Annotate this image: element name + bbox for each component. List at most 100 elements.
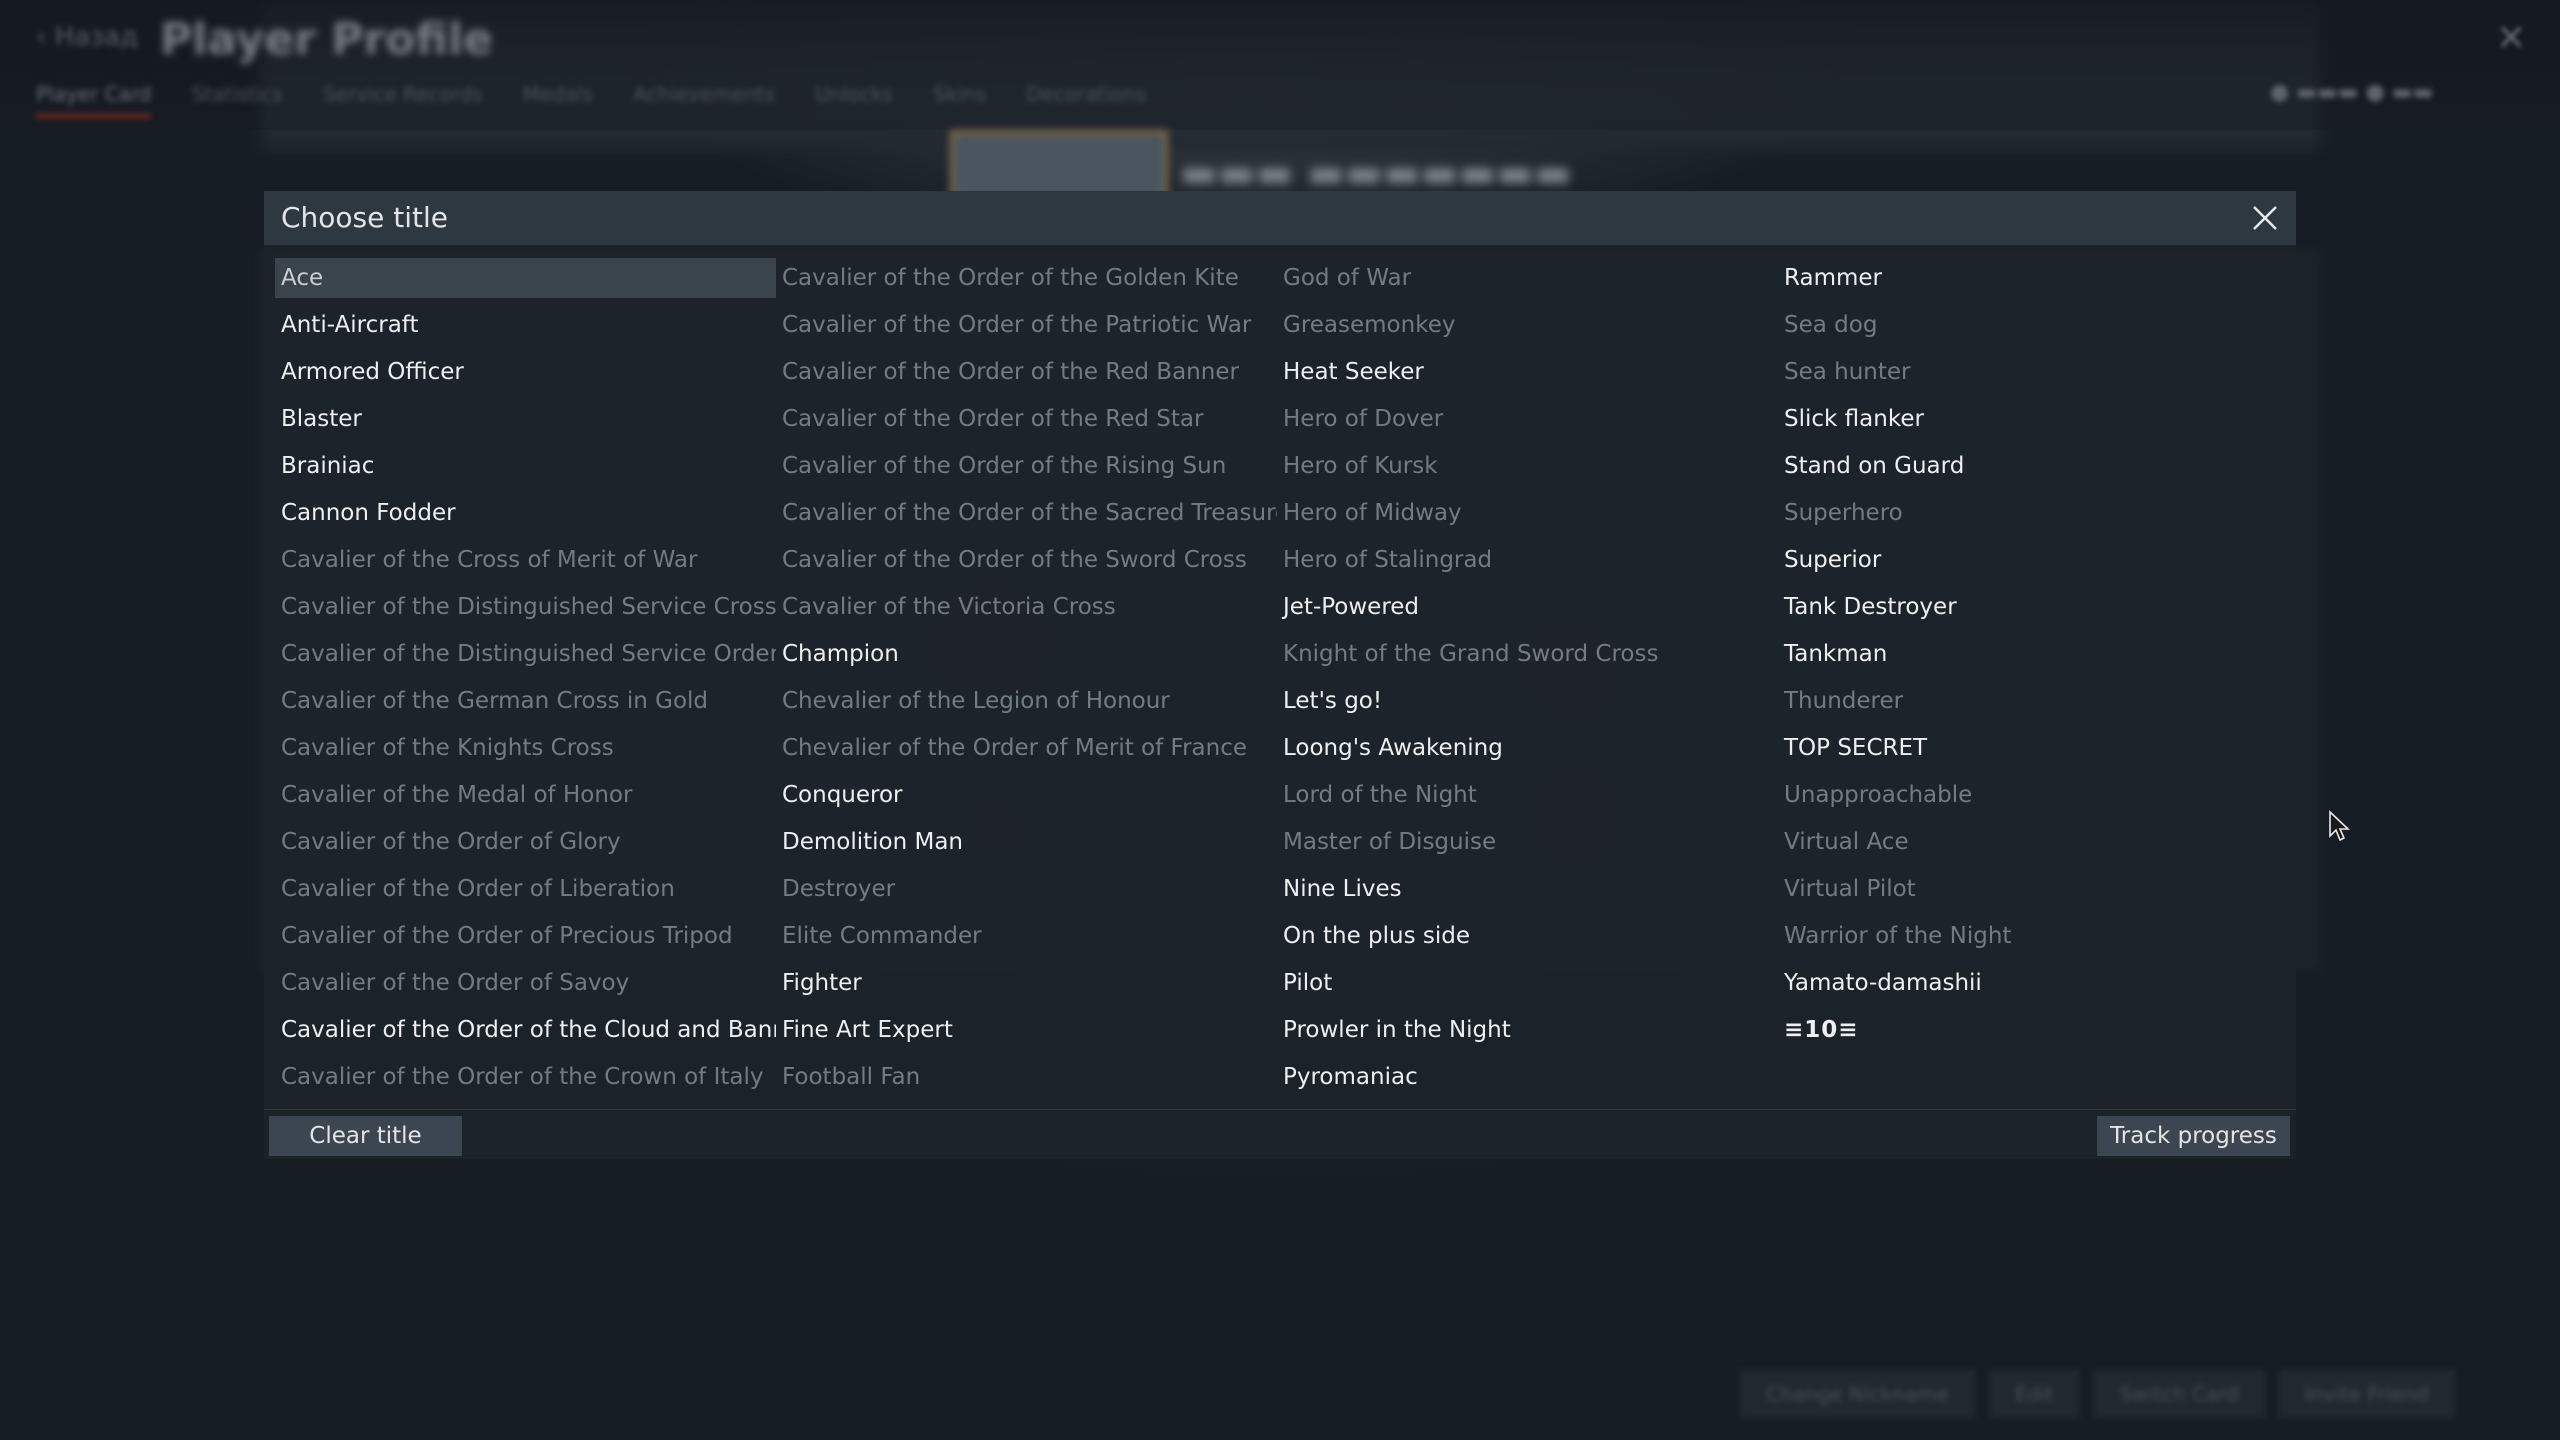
title-option[interactable]: Cavalier of the Order of the Golden Kite <box>776 258 1277 298</box>
title-option[interactable]: Tankman <box>1778 634 2279 674</box>
title-option-label: Cavalier of the Order of the Red Star <box>782 406 1204 432</box>
title-option[interactable]: Slick flanker <box>1778 399 2279 439</box>
title-option[interactable]: Jet-Powered <box>1277 587 1778 627</box>
title-option[interactable]: Cavalier of the Order of the Red Star <box>776 399 1277 439</box>
title-option[interactable]: Ace <box>275 258 776 298</box>
clear-title-button[interactable]: Clear title <box>269 1116 462 1156</box>
title-option[interactable]: ≡10≡ <box>1778 1010 2279 1050</box>
title-option[interactable]: Football Fan <box>776 1057 1277 1097</box>
title-option[interactable]: Knight of the Grand Sword Cross <box>1277 634 1778 674</box>
title-option[interactable]: Hero of Kursk <box>1277 446 1778 486</box>
title-option[interactable]: Cavalier of the Order of the Rising Sun <box>776 446 1277 486</box>
title-option[interactable]: Cavalier of the Victoria Cross <box>776 587 1277 627</box>
choose-title-dialog: Choose title Ace Anti-Aircraft Armored Off… <box>264 191 2296 1159</box>
title-option[interactable]: Hero of Midway <box>1277 493 1778 533</box>
title-option[interactable]: Cavalier of the Order of Precious Tripod <box>275 916 776 956</box>
title-option-label: Blaster <box>281 406 362 432</box>
title-option[interactable]: Cavalier of the Order of the Sacred Trea… <box>776 493 1277 533</box>
title-option-label: Cavalier of the Order of Precious Tripod <box>281 923 733 949</box>
title-option-label: Football Fan <box>782 1064 921 1090</box>
title-option[interactable]: Superhero <box>1778 493 2279 533</box>
title-option[interactable]: Elite Commander <box>776 916 1277 956</box>
title-option[interactable]: Blaster <box>275 399 776 439</box>
title-option[interactable]: Cavalier of the Order of Savoy <box>275 963 776 1003</box>
title-option[interactable]: Sea hunter <box>1778 352 2279 392</box>
title-option[interactable]: Cavalier of the Order of Liberation <box>275 869 776 909</box>
title-option[interactable]: Brainiac <box>275 446 776 486</box>
title-option[interactable]: Cavalier of the Distinguished Service Cr… <box>275 587 776 627</box>
title-option-label: Destroyer <box>782 876 896 902</box>
title-option[interactable]: Virtual Ace <box>1778 822 2279 862</box>
title-option[interactable]: Unapproachable <box>1778 775 2279 815</box>
title-option[interactable]: Prowler in the Night <box>1277 1010 1778 1050</box>
title-option[interactable]: Yamato-damashii <box>1778 963 2279 1003</box>
title-option[interactable]: TOP SECRET <box>1778 728 2279 768</box>
title-option[interactable]: Cavalier of the Cross of Merit of War <box>275 540 776 580</box>
title-option[interactable]: Armored Officer <box>275 352 776 392</box>
title-option-label: On the plus side <box>1283 923 1471 949</box>
title-option[interactable]: Hero of Dover <box>1277 399 1778 439</box>
title-option[interactable]: Cavalier of the Order of the Cloud and B… <box>275 1010 776 1050</box>
title-option-label: Superhero <box>1784 500 1903 526</box>
title-option[interactable]: Tank Destroyer <box>1778 587 2279 627</box>
title-option[interactable]: Loong's Awakening <box>1277 728 1778 768</box>
title-option[interactable]: Cavalier of the Knights Cross <box>275 728 776 768</box>
title-option-label: Fighter <box>782 970 862 996</box>
title-option-label: Greasemonkey <box>1283 312 1456 338</box>
title-option-label: Cavalier of the Distinguished Service Cr… <box>281 594 776 620</box>
title-option[interactable]: Heat Seeker <box>1277 352 1778 392</box>
title-option[interactable]: Lord of the Night <box>1277 775 1778 815</box>
title-option[interactable]: Destroyer <box>776 869 1277 909</box>
title-option[interactable]: Cavalier of the Order of Glory <box>275 822 776 862</box>
title-option[interactable]: Warrior of the Night <box>1778 916 2279 956</box>
title-option[interactable]: Let's go! <box>1277 681 1778 721</box>
title-option[interactable]: Nine Lives <box>1277 869 1778 909</box>
title-option[interactable]: Rammer <box>1778 258 2279 298</box>
mouse-cursor-icon <box>2329 810 2351 842</box>
close-button[interactable] <box>2246 199 2284 237</box>
title-option-label: God of War <box>1283 265 1412 291</box>
title-option-label: Hero of Dover <box>1283 406 1444 432</box>
title-option-label: Fine Art Expert <box>782 1017 953 1043</box>
title-option-label: Superior <box>1784 547 1882 573</box>
title-option-label: TOP SECRET <box>1784 735 1928 761</box>
title-option[interactable]: Champion <box>776 634 1277 674</box>
title-option[interactable]: Demolition Man <box>776 822 1277 862</box>
title-option-label: Knight of the Grand Sword Cross <box>1283 641 1659 667</box>
title-option-label: Yamato-damashii <box>1784 970 1982 996</box>
title-option[interactable]: Sea dog <box>1778 305 2279 345</box>
title-option-label: Slick flanker <box>1784 406 1924 432</box>
title-option-label: Cavalier of the Victoria Cross <box>782 594 1116 620</box>
title-option-label: Virtual Pilot <box>1784 876 1916 902</box>
title-option[interactable]: Chevalier of the Legion of Honour <box>776 681 1277 721</box>
title-option-label: Hero of Kursk <box>1283 453 1438 479</box>
title-option[interactable]: Pilot <box>1277 963 1778 1003</box>
title-option[interactable]: Chevalier of the Order of Merit of Franc… <box>776 728 1277 768</box>
title-option[interactable]: Cannon Fodder <box>275 493 776 533</box>
title-option[interactable]: Fighter <box>776 963 1277 1003</box>
title-option[interactable]: God of War <box>1277 258 1778 298</box>
title-option-label: Ace <box>281 265 324 291</box>
title-option[interactable]: Pyromaniac <box>1277 1057 1778 1097</box>
title-option[interactable]: Thunderer <box>1778 681 2279 721</box>
title-option[interactable]: Master of Disguise <box>1277 822 1778 862</box>
title-option[interactable]: Fine Art Expert <box>776 1010 1277 1050</box>
title-option[interactable]: Cavalier of the Order of the Sword Cross <box>776 540 1277 580</box>
title-option[interactable]: Cavalier of the Order of the Red Banner <box>776 352 1277 392</box>
title-option[interactable]: Cavalier of the Distinguished Service Or… <box>275 634 776 674</box>
title-option[interactable]: Cavalier of the Order of the Crown of It… <box>275 1057 776 1097</box>
title-option-label: Anti-Aircraft <box>281 312 419 338</box>
title-option[interactable]: Cavalier of the Medal of Honor <box>275 775 776 815</box>
title-option[interactable]: Superior <box>1778 540 2279 580</box>
title-option[interactable]: Cavalier of the German Cross in Gold <box>275 681 776 721</box>
title-option[interactable]: Greasemonkey <box>1277 305 1778 345</box>
title-option[interactable]: Cavalier of the Order of the Patriotic W… <box>776 305 1277 345</box>
title-option[interactable]: Anti-Aircraft <box>275 305 776 345</box>
title-option[interactable]: Hero of Stalingrad <box>1277 540 1778 580</box>
title-option[interactable]: On the plus side <box>1277 916 1778 956</box>
title-option[interactable]: Stand on Guard <box>1778 446 2279 486</box>
title-option[interactable]: Virtual Pilot <box>1778 869 2279 909</box>
title-option[interactable]: Conqueror <box>776 775 1277 815</box>
track-progress-button[interactable]: Track progress <box>2097 1116 2290 1156</box>
title-option-label: Sea dog <box>1784 312 1878 338</box>
